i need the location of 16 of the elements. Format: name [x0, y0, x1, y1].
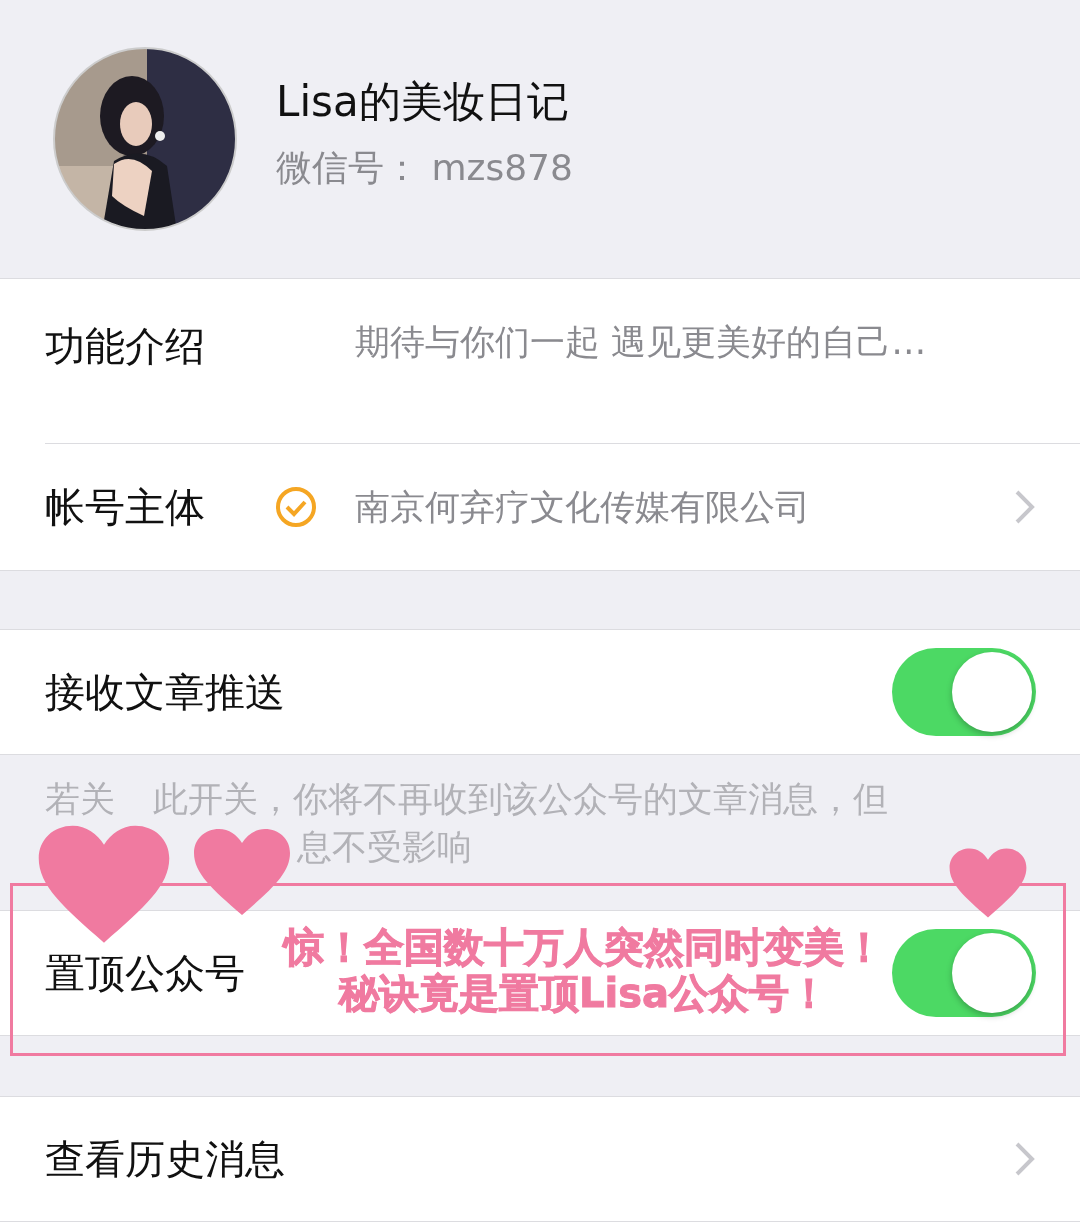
hint-text: 息不受影响: [297, 825, 472, 869]
row-label: 置顶公众号: [45, 948, 245, 998]
hint-text: 此开关，你将不再收到该公众号的文章消息，但: [153, 777, 888, 821]
account-name: Lisa的美妆日记: [276, 75, 570, 128]
hint-text: 若关: [45, 777, 115, 821]
heart-icon: [192, 827, 292, 917]
row-value: 南京何弃疗文化传媒有限公司: [355, 485, 811, 529]
banner-text: 惊！全国数十万人突然同时变美！: [284, 924, 884, 970]
row-value: 期待与你们一起 遇见更美好的自己…: [354, 321, 928, 364]
heart-icon: [948, 847, 1028, 919]
row-label[interactable]: 查看历史消息: [45, 1131, 285, 1187]
wechat-id: 微信号： mzs878: [276, 145, 573, 190]
banner-text: 秘诀竟是置顶Lisa公众号！: [339, 970, 829, 1016]
row-label: 帐号主体: [45, 482, 206, 532]
row-label: 功能介绍: [45, 322, 206, 371]
row-label: 接收文章推送: [45, 667, 285, 717]
